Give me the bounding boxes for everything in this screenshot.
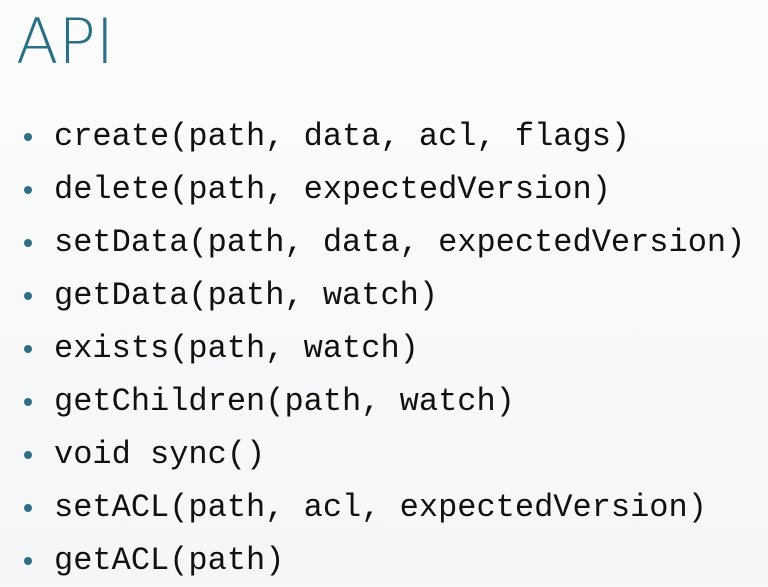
bullet-dot-icon — [24, 450, 32, 459]
api-method-item-delete: delete(path, expectedVersion) — [24, 163, 745, 216]
api-method-create: create(path, data, acl, flags) — [54, 117, 631, 155]
api-method-delete: delete(path, expectedVersion) — [54, 170, 611, 208]
bullet-dot-icon — [24, 238, 32, 247]
api-method-set-data: setData(path, data, expectedVersion) — [54, 223, 746, 261]
api-method-item-create: create(path, data, acl, flags) — [24, 110, 745, 163]
api-method-item-get-acl: getACL(path) — [24, 534, 745, 587]
bullet-dot-icon — [24, 291, 32, 300]
api-method-exists: exists(path, watch) — [54, 329, 419, 367]
bullet-dot-icon — [24, 185, 32, 194]
api-method-item-get-children: getChildren(path, watch) — [24, 375, 745, 428]
bullet-dot-icon — [24, 556, 32, 565]
api-method-item-exists: exists(path, watch) — [24, 322, 745, 375]
api-method-item-sync: void sync() — [24, 428, 745, 481]
bullet-dot-icon — [24, 344, 32, 353]
bullet-dot-icon — [24, 397, 32, 406]
api-method-get-data: getData(path, watch) — [54, 276, 439, 314]
bullet-dot-icon — [24, 132, 32, 141]
api-method-item-get-data: getData(path, watch) — [24, 269, 745, 322]
api-method-set-acl: setACL(path, acl, expectedVersion) — [54, 488, 707, 526]
api-method-item-set-acl: setACL(path, acl, expectedVersion) — [24, 481, 745, 534]
bullet-dot-icon — [24, 503, 32, 512]
slide: API create(path, data, acl, flags) delet… — [0, 0, 768, 586]
api-method-list: create(path, data, acl, flags) delete(pa… — [24, 110, 745, 587]
api-method-item-set-data: setData(path, data, expectedVersion) — [24, 216, 745, 269]
slide-title: API — [16, 5, 115, 78]
api-method-get-acl: getACL(path) — [54, 541, 285, 579]
api-method-sync: void sync() — [54, 435, 266, 473]
api-method-get-children: getChildren(path, watch) — [54, 382, 515, 420]
